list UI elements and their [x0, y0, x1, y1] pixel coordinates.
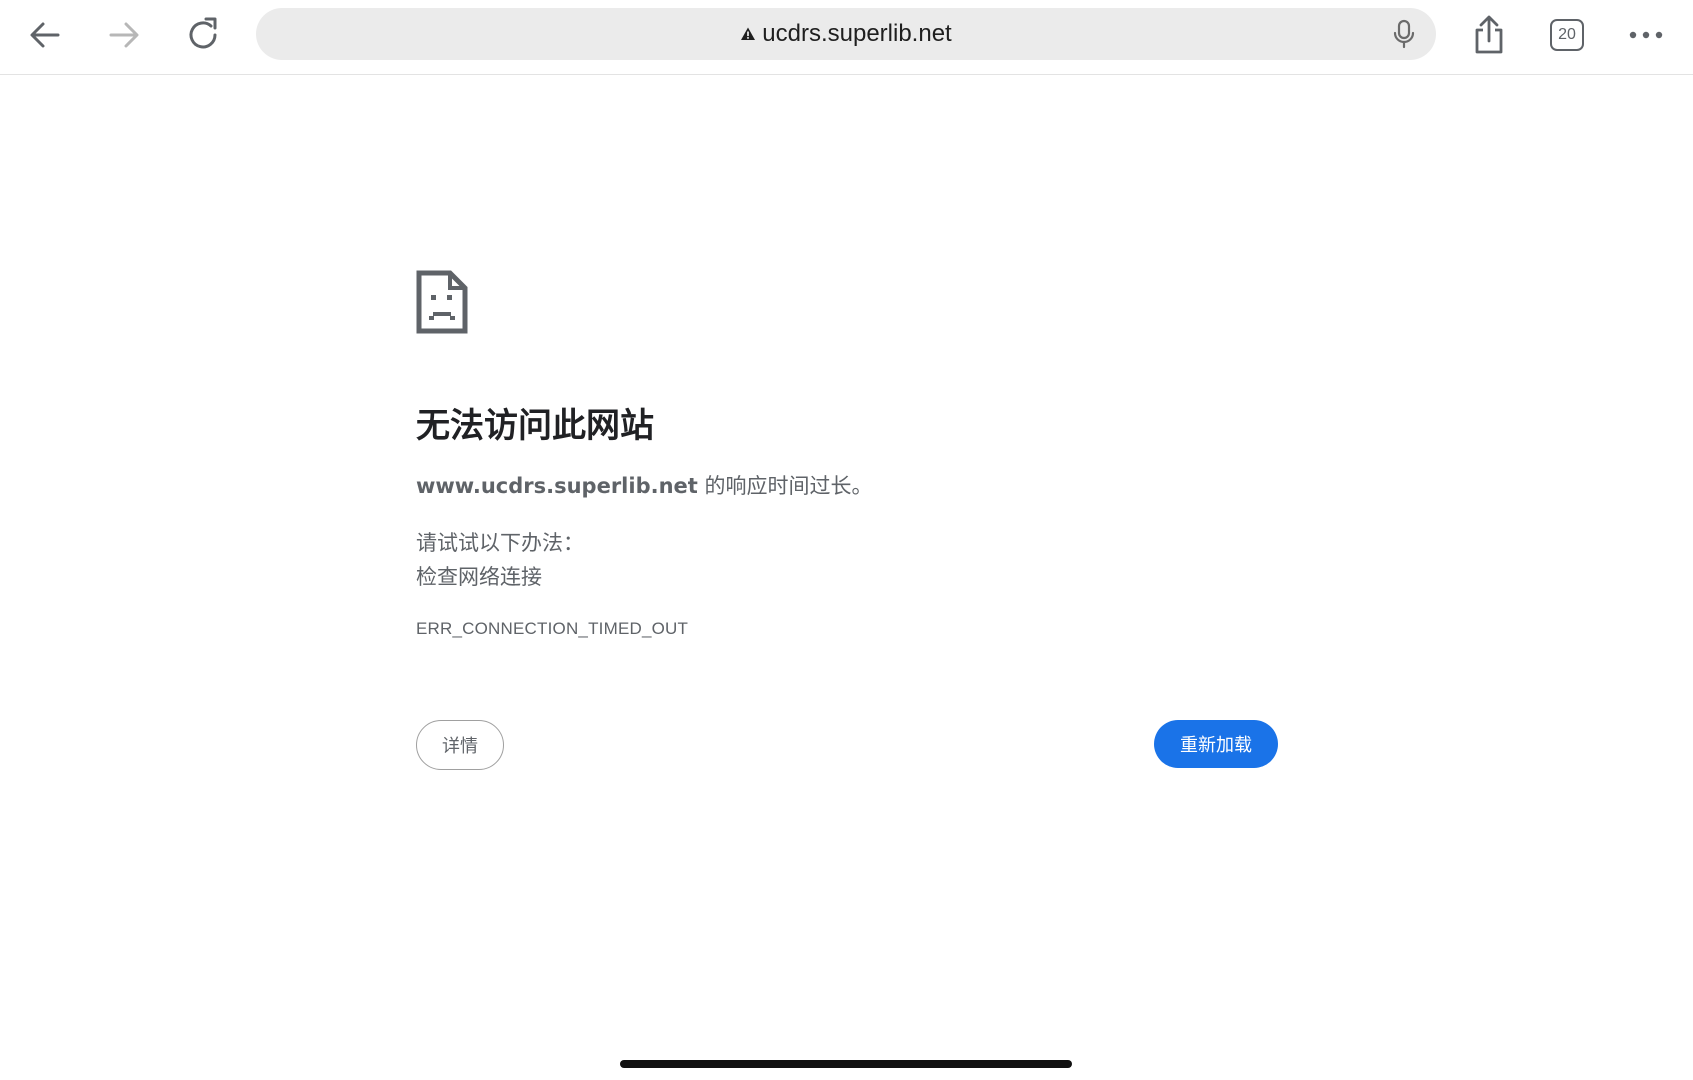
error-code: ERR_CONNECTION_TIMED_OUT [416, 619, 689, 638]
back-button[interactable] [20, 10, 70, 60]
warning-triangle-icon [741, 27, 756, 40]
sad-document-icon [416, 270, 468, 334]
suggestions: 请试试以下办法： 检查网络连接 [416, 526, 584, 594]
reload-button-label: 重新加载 [1180, 735, 1252, 756]
error-description: www.ucdrs.superlib.net 的响应时间过长。 [416, 470, 873, 500]
details-button[interactable]: 详情 [416, 720, 504, 770]
voice-search-button[interactable] [1388, 18, 1420, 50]
share-icon [1475, 15, 1503, 54]
tab-count: 20 [1558, 26, 1576, 43]
microphone-icon [1393, 19, 1415, 49]
forward-button[interactable] [99, 10, 149, 60]
reload-icon [189, 17, 217, 49]
tab-switcher-icon: 20 [1550, 19, 1584, 51]
share-button[interactable] [1464, 10, 1514, 60]
error-host: www.ucdrs.superlib.net [416, 474, 698, 498]
page-title: 无法访问此网站 [416, 406, 654, 446]
arrow-left-icon [30, 22, 60, 48]
address-bar[interactable]: ucdrs.superlib.net [256, 8, 1436, 60]
details-button-label: 详情 [442, 736, 478, 757]
reload-toolbar-button[interactable] [178, 10, 228, 60]
browser-toolbar: ucdrs.superlib.net 20 [0, 0, 1693, 75]
tab-switcher-button[interactable]: 20 [1542, 10, 1592, 60]
reload-button[interactable]: 重新加载 [1154, 720, 1278, 768]
error-description-text: 的响应时间过长。 [697, 474, 873, 498]
address-text: ucdrs.superlib.net [762, 20, 952, 47]
home-indicator[interactable] [620, 1060, 1072, 1068]
suggestions-heading: 请试试以下办法： [416, 531, 584, 555]
more-horizontal-icon [1629, 31, 1663, 39]
more-menu-button[interactable] [1621, 10, 1671, 60]
arrow-right-icon [109, 22, 139, 48]
suggestion-item: 检查网络连接 [416, 565, 542, 589]
address-display: ucdrs.superlib.net [740, 20, 952, 48]
